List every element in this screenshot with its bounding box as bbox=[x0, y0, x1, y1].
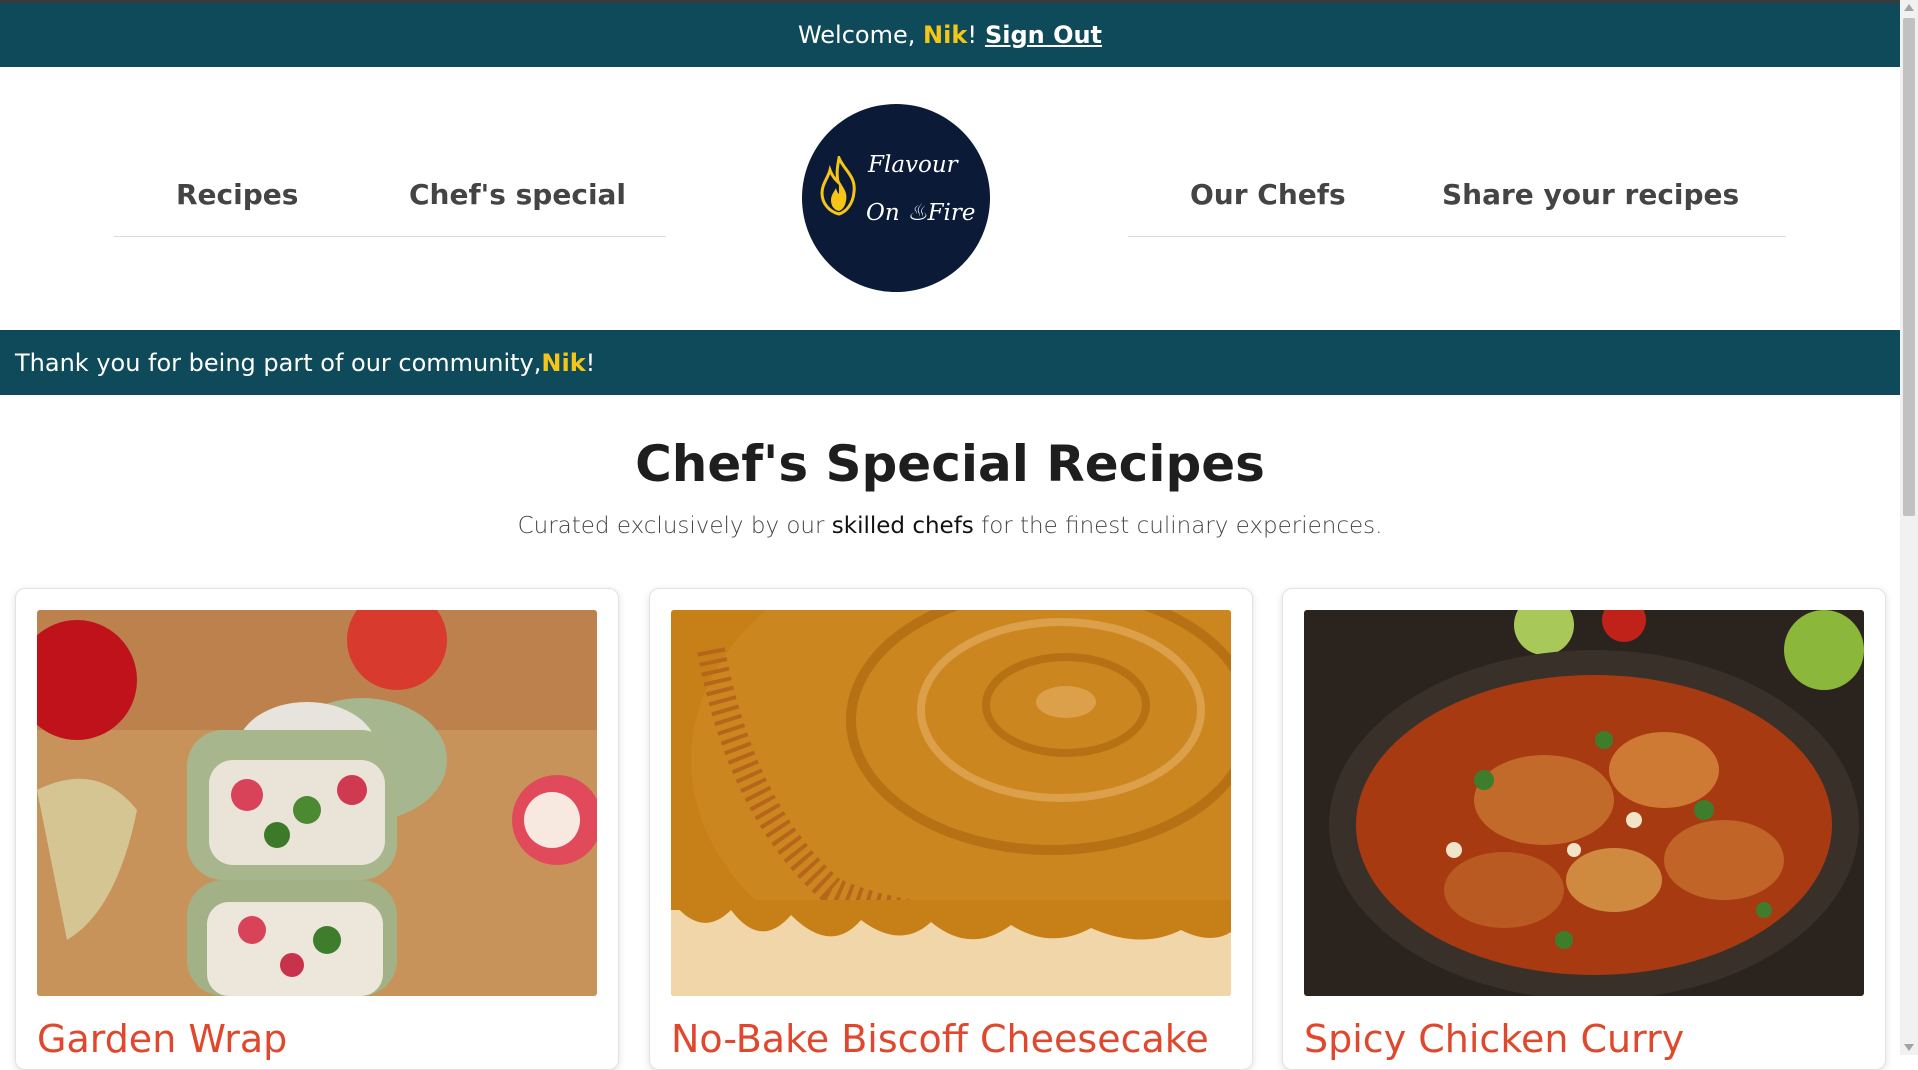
welcome-bar: Welcome, Nik! Sign Out bbox=[0, 3, 1900, 67]
subtitle-highlight: skilled chefs bbox=[831, 513, 974, 539]
scrollbar-thumb[interactable] bbox=[1903, 18, 1915, 516]
section-title: Chef's Special Recipes bbox=[635, 435, 1265, 493]
thanks-prefix: Thank you for being part of our communit… bbox=[15, 348, 542, 377]
logo-text-line2: On ♨Fire bbox=[866, 200, 976, 226]
welcome-user-name: Nik bbox=[923, 21, 968, 49]
site-logo[interactable]: Flavour On ♨Fire bbox=[802, 104, 990, 292]
cheesecake-photo[interactable] bbox=[671, 610, 1231, 996]
curry-photo[interactable] bbox=[1304, 610, 1864, 996]
sign-out-link[interactable]: Sign Out bbox=[985, 21, 1102, 49]
nav-share-recipes[interactable]: Share your recipes bbox=[1442, 160, 1739, 230]
recipe-title[interactable]: Spicy Chicken Curry bbox=[1304, 1017, 1684, 1061]
community-banner: Thank you for being part of our communit… bbox=[0, 330, 1900, 395]
scroll-up-arrow-icon[interactable] bbox=[1904, 4, 1914, 11]
thanks-suffix: ! bbox=[585, 348, 596, 377]
nav-recipes[interactable]: Recipes bbox=[176, 160, 298, 230]
recipe-card[interactable]: No-Bake Biscoff Cheesecake bbox=[649, 588, 1253, 1070]
scroll-down-arrow-icon[interactable] bbox=[1904, 1044, 1914, 1051]
section-subtitle: Curated exclusively by our skilled chefs… bbox=[0, 513, 1900, 539]
recipe-title[interactable]: No-Bake Biscoff Cheesecake bbox=[671, 1017, 1209, 1061]
thanks-user-name: Nik bbox=[541, 348, 586, 377]
recipe-card[interactable]: Garden Wrap bbox=[15, 588, 619, 1070]
welcome-suffix: ! bbox=[967, 21, 977, 49]
subtitle-prefix: Curated exclusively by our bbox=[517, 513, 832, 539]
garden-wrap-photo[interactable] bbox=[37, 610, 597, 996]
logo-text-line1: Flavour bbox=[868, 152, 958, 178]
recipe-title[interactable]: Garden Wrap bbox=[37, 1017, 287, 1061]
vertical-scrollbar[interactable] bbox=[1900, 0, 1918, 1055]
recipe-card[interactable]: Spicy Chicken Curry bbox=[1282, 588, 1886, 1070]
welcome-prefix: Welcome, bbox=[797, 21, 916, 49]
flame-icon bbox=[820, 156, 856, 216]
nav-our-chefs[interactable]: Our Chefs bbox=[1190, 160, 1346, 230]
nav-chefs-special[interactable]: Chef's special bbox=[409, 160, 626, 230]
nav-left: Recipes Chef's special bbox=[114, 160, 666, 237]
nav-right: Our Chefs Share your recipes bbox=[1128, 160, 1786, 237]
subtitle-suffix: for the finest culinary experiences. bbox=[973, 513, 1383, 539]
